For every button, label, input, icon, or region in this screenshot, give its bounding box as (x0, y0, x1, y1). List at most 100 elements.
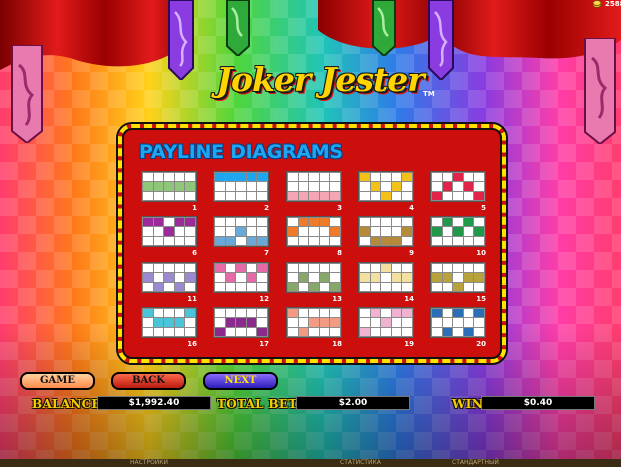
payline-cell (390, 326, 403, 338)
game-button[interactable]: GAME (20, 372, 95, 390)
payline-cell (245, 281, 258, 293)
payline-cell (390, 281, 403, 293)
payline-cell (380, 262, 392, 274)
payline-cell (329, 317, 341, 328)
payline-grid-cells (286, 216, 342, 247)
payline-cell (369, 235, 382, 247)
payline-grid-cells (430, 171, 486, 202)
payline-cell (359, 262, 371, 274)
payline-number: 11 (187, 295, 197, 303)
payline-cell (287, 281, 299, 293)
payline-cell (142, 262, 154, 274)
payline-cell (462, 226, 475, 237)
payline-cell (359, 272, 371, 283)
right-pink-banner (584, 38, 616, 144)
payline-cell (297, 326, 310, 338)
payline-cell (256, 190, 268, 202)
payline-cell (235, 226, 247, 237)
payline-cell (152, 171, 165, 183)
payline-cell (441, 171, 454, 183)
balance-value: $1,992.40 (97, 396, 211, 410)
payline-cell (462, 235, 475, 247)
payline-cell (380, 235, 392, 247)
payline-grid-cells (358, 307, 414, 338)
payline-cell (256, 226, 268, 237)
payline-cell (287, 171, 299, 183)
payline-cell (318, 326, 331, 338)
payline-cell (462, 272, 475, 283)
payline-cell (297, 181, 310, 192)
payline-cell (452, 281, 464, 293)
payline-cell (431, 216, 443, 228)
payline-cell (308, 190, 320, 202)
payline-cell (256, 317, 268, 328)
payline-number: 15 (476, 295, 486, 303)
payline-cell (235, 235, 247, 247)
payline-number: 20 (476, 340, 486, 348)
payline-cell (224, 171, 237, 183)
payline-cell (287, 317, 299, 328)
payline-cell (184, 326, 196, 338)
trademark-mark: TM (423, 90, 435, 98)
footer-item-settings[interactable]: НАСТРОЙКИ (130, 459, 168, 467)
payline-cell (401, 171, 413, 183)
payline-cell (329, 181, 341, 192)
payline-cell (152, 216, 165, 228)
payline-cell (308, 171, 320, 183)
footer-item-statistics[interactable]: СТАТИСТИКА (340, 459, 381, 467)
payline-number: 3 (337, 204, 342, 212)
payline-cell (214, 181, 226, 192)
payline-cell (473, 281, 485, 293)
payline-cell (441, 181, 454, 192)
payline-cell (214, 317, 226, 328)
payline-cell (173, 235, 186, 247)
payline-cell (287, 190, 299, 202)
payline-grid-cells (430, 307, 486, 338)
payline-cell (308, 235, 320, 247)
payline-cell (473, 326, 485, 338)
payline-cell (431, 235, 443, 247)
payline-grid-cells (213, 171, 269, 202)
payline-cell (359, 307, 371, 319)
payline-diagram: 7 (213, 216, 269, 257)
next-button[interactable]: NEXT (203, 372, 278, 390)
payline-cell (359, 326, 371, 338)
payline-cell (401, 317, 413, 328)
payline-cell (329, 326, 341, 338)
payline-cell (142, 216, 154, 228)
payline-cell (214, 326, 226, 338)
payline-cell (173, 307, 186, 319)
back-button[interactable]: BACK (111, 372, 186, 390)
payline-cell (256, 307, 268, 319)
payline-cell (441, 326, 454, 338)
footer-item-standard[interactable]: СТАНДАРТНЫЙ (452, 459, 499, 467)
payline-cell (173, 317, 186, 328)
payline-cell (452, 171, 464, 183)
payline-cell (224, 307, 237, 319)
payline-cell (184, 281, 196, 293)
payline-cell (308, 262, 320, 274)
payline-cell (359, 190, 371, 202)
payline-cell (142, 181, 154, 192)
payline-cell (152, 326, 165, 338)
payline-cell (297, 307, 310, 319)
payline-cell (184, 216, 196, 228)
payline-cell (359, 226, 371, 237)
payline-cell (431, 171, 443, 183)
payline-cell (163, 226, 175, 237)
payline-cell (214, 171, 226, 183)
payline-cell (359, 181, 371, 192)
payline-grid-cells (286, 307, 342, 338)
payline-number: 5 (481, 204, 486, 212)
payline-cell (245, 317, 258, 328)
payline-diagram: 2 (213, 171, 269, 212)
payline-cell (152, 281, 165, 293)
payline-cell (287, 326, 299, 338)
payline-cell (245, 326, 258, 338)
payline-cell (214, 226, 226, 237)
payline-cell (401, 281, 413, 293)
payline-cell (431, 317, 443, 328)
payline-cell (318, 272, 331, 283)
payline-cell (441, 307, 454, 319)
payline-cell (473, 262, 485, 274)
